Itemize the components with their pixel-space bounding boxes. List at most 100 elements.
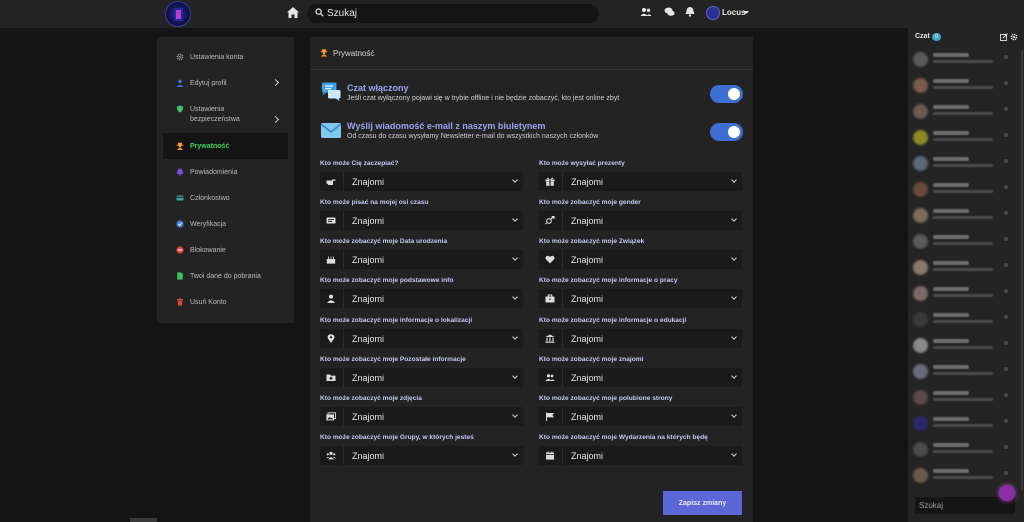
search-icon xyxy=(315,8,324,17)
poke-privacy-select[interactable]: Znajomi xyxy=(320,172,523,191)
chat-contact[interactable] xyxy=(913,258,1008,280)
birthday-privacy-select[interactable]: Znajomi xyxy=(320,250,523,269)
chat-contact[interactable] xyxy=(913,440,1008,462)
select-value: Znajomi xyxy=(352,255,385,265)
field-label: Kto może zobaczyć moje zdjęcia xyxy=(320,395,422,402)
chat-scrollbar[interactable] xyxy=(1021,50,1023,490)
images-icon xyxy=(326,412,336,421)
messages-icon[interactable] xyxy=(664,7,675,17)
friends-icon[interactable] xyxy=(640,7,652,18)
user-avatar[interactable] xyxy=(706,6,720,20)
top-navbar: Locus xyxy=(0,0,1024,28)
chat-title: Czat xyxy=(915,33,930,40)
chat-contact[interactable] xyxy=(913,232,1008,254)
select-value: Znajomi xyxy=(352,177,385,187)
briefcase-icon xyxy=(545,294,555,303)
chat-contact[interactable] xyxy=(913,284,1008,306)
location-info-privacy-select[interactable]: Znajomi xyxy=(320,329,523,348)
basic-info-privacy-select[interactable]: Znajomi xyxy=(320,289,523,308)
sidebar-item-membership[interactable]: Członkostwo xyxy=(163,194,288,206)
chat-contact[interactable] xyxy=(913,102,1008,124)
sidebar-item-notifications[interactable]: Powiadomienia xyxy=(163,168,288,180)
sidebar-item-label: Powiadomienia xyxy=(190,169,238,176)
chat-contact[interactable] xyxy=(913,362,1008,384)
sidebar-item-edit-profile[interactable]: Edytuj profil xyxy=(163,78,288,91)
chat-search-input[interactable] xyxy=(915,497,1015,514)
groups-privacy-select[interactable]: Znajomi xyxy=(320,446,523,465)
work-info-privacy-select[interactable]: Znajomi xyxy=(539,289,742,308)
setting-description: Od czasu do czasu wysyłamy Newsletter e-… xyxy=(347,133,599,140)
search-bar[interactable] xyxy=(307,4,599,23)
events-privacy-select[interactable]: Znajomi xyxy=(539,446,742,465)
notifications-bell-icon[interactable] xyxy=(685,6,695,17)
setting-title: Wyślij wiadomość e-mail z naszym biulety… xyxy=(347,121,546,131)
user-icon xyxy=(176,79,184,87)
birthday-cake-icon xyxy=(326,256,336,264)
education-info-privacy-select[interactable]: Znajomi xyxy=(539,329,742,348)
sidebar-item-delete-account[interactable]: Usuń Konto xyxy=(163,298,288,310)
sidebar-item-account-settings[interactable]: Ustawienia konta xyxy=(163,53,288,65)
toggle-knob xyxy=(728,126,740,138)
sidebar-item-verification[interactable]: Weryfikacja xyxy=(163,220,288,232)
chat-contact[interactable] xyxy=(913,310,1008,332)
photos-privacy-select[interactable]: Znajomi xyxy=(320,407,523,426)
chat-contact[interactable] xyxy=(913,388,1008,410)
chat-contact[interactable] xyxy=(913,466,1008,488)
sidebar-item-download-data[interactable]: Twoi dane do pobrania xyxy=(163,272,288,284)
other-info-privacy-select[interactable]: Znajomi xyxy=(320,368,523,387)
gift-icon xyxy=(545,177,555,186)
gender-privacy-select[interactable]: Znajomi xyxy=(539,211,742,230)
select-value: Znajomi xyxy=(571,255,604,265)
chat-enabled-toggle[interactable] xyxy=(710,85,743,103)
save-button[interactable]: Zapisz zmiany xyxy=(663,491,742,515)
id-card-icon xyxy=(326,217,336,224)
sidebar-item-privacy[interactable]: Prywatność xyxy=(163,142,288,154)
search-input[interactable] xyxy=(327,6,587,21)
sidebar-item-label: Prywatność xyxy=(190,143,230,150)
home-icon[interactable] xyxy=(286,6,300,20)
sidebar-item-label: Blokowanie xyxy=(190,247,226,254)
chevron-down-icon xyxy=(512,255,518,261)
chat-contact[interactable] xyxy=(913,180,1008,202)
field-label: Kto może zobaczyć moje polubione strony xyxy=(539,395,673,402)
sidebar-item-blocking[interactable]: Blokowanie xyxy=(163,246,288,258)
site-logo[interactable] xyxy=(165,1,191,27)
folder-icon xyxy=(326,374,336,381)
relationship-privacy-select[interactable]: Znajomi xyxy=(539,250,742,269)
gifts-privacy-select[interactable]: Znajomi xyxy=(539,172,742,191)
field-label: Kto może pisać na mojej osi czasu xyxy=(320,199,429,206)
chat-contact[interactable] xyxy=(913,76,1008,98)
field-label: Kto może zobaczyć moje Data urodzenia xyxy=(320,238,448,245)
sidebar-item-security[interactable]: Ustawienia bezpieczeństwa xyxy=(163,105,288,125)
newsletter-toggle[interactable] xyxy=(710,123,743,141)
select-value: Znajomi xyxy=(352,334,385,344)
field-label: Kto może zobaczyć moje informacje o loka… xyxy=(320,317,473,324)
select-value: Znajomi xyxy=(571,177,604,187)
chat-contact[interactable] xyxy=(913,128,1008,150)
sidebar-item-label: Edytuj profil xyxy=(190,80,227,87)
sidebar-item-label: Weryfikacja xyxy=(190,221,227,228)
timeline-post-privacy-select[interactable]: Znajomi xyxy=(320,211,523,230)
friends-privacy-select[interactable]: Znajomi xyxy=(539,368,742,387)
online-count-badge: 0 xyxy=(932,33,941,41)
chevron-down-icon xyxy=(731,294,737,300)
chevron-down-icon xyxy=(512,294,518,300)
chat-contact[interactable] xyxy=(913,50,1008,72)
user-secret-icon xyxy=(176,142,184,150)
chevron-down-icon xyxy=(731,216,737,222)
field-label: Kto może zobaczyć moje Pozostałe informa… xyxy=(320,356,466,363)
liked-pages-privacy-select[interactable]: Znajomi xyxy=(539,407,742,426)
select-value: Znajomi xyxy=(571,216,604,226)
chat-contact[interactable] xyxy=(913,206,1008,228)
chevron-down-icon xyxy=(512,412,518,418)
field-label: Kto może zobaczyć moje Grupy, w których … xyxy=(320,434,474,441)
chat-floating-button[interactable] xyxy=(999,485,1015,501)
chat-contact[interactable] xyxy=(913,154,1008,176)
compose-icon[interactable] xyxy=(1000,33,1008,41)
field-label: Kto może zobaczyć moje informacje o eduk… xyxy=(539,317,687,324)
chat-contact[interactable] xyxy=(913,336,1008,358)
chat-contact[interactable] xyxy=(913,414,1008,436)
newsletter-setting: Wyślij wiadomość e-mail z naszym biulety… xyxy=(320,119,743,147)
gear-icon[interactable] xyxy=(1010,33,1018,41)
chevron-down-icon[interactable] xyxy=(743,11,749,14)
